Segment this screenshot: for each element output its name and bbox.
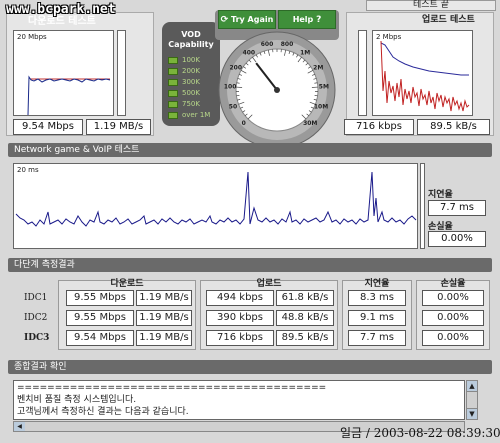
upload-head: 업로드 <box>256 279 282 289</box>
result-cell-ul-bytes: 48.8 kB/s <box>276 310 334 326</box>
download-speed-value: 9.54 Mbps <box>13 119 83 135</box>
gauge-tick-label: 0 <box>242 120 246 127</box>
vod-level-label: over 1M <box>182 111 211 119</box>
vod-level-label: 300K <box>182 78 200 86</box>
download-line <box>27 75 111 115</box>
gauge-tick-label: 200 <box>229 64 242 71</box>
download-graph: 20 Mbps <box>13 30 114 116</box>
gauge-tick-label: 2M <box>313 64 323 71</box>
help-icon: ? <box>316 15 322 25</box>
help-label: Help <box>292 15 314 24</box>
upload-speed-value: 716 kbps <box>344 119 414 135</box>
vod-level-label: 500K <box>182 89 200 97</box>
multi-section-bar: 다단계 측정결과 <box>8 258 492 272</box>
gauge-tick-label: 600 <box>261 41 274 48</box>
vod-level-indicator <box>168 57 178 64</box>
footer-caption: 일금 / 2003-08-22 08:39:30 <box>340 426 500 440</box>
result-row-label: IDC2 <box>24 313 48 323</box>
summary-section-title: 종합결과 확인 <box>14 362 67 372</box>
vod-level-indicator <box>168 90 178 97</box>
refresh-icon: ⟳ <box>220 15 229 25</box>
try-again-label: Try Again <box>231 15 274 24</box>
latency-line <box>15 171 417 227</box>
speed-gauge: 0 50 100 200 400 600 800 1M 2M 5M 10M 30M <box>215 10 339 149</box>
summary-line: 고객님께서 측정하신 결과는 다음과 같습니다. <box>17 407 189 417</box>
result-cell-delay: 8.3 ms <box>348 290 406 306</box>
upload-avg-line <box>380 42 469 76</box>
latency-section-title: Network game & VoIP 테스트 <box>14 145 140 155</box>
result-cell-delay: 7.7 ms <box>348 330 406 346</box>
vod-level-label: 200K <box>182 67 200 75</box>
result-cell-ul-bytes: 61.8 kB/s <box>276 290 334 306</box>
watermark: www.bcpark.net <box>6 2 116 17</box>
download-bytes-value: 1.19 MB/s <box>86 119 151 135</box>
gauge-tick-label: 30M <box>303 120 317 127</box>
summary-line: ========================================… <box>17 383 327 393</box>
result-cell-dl-bytes: 1.19 MB/s <box>136 310 192 326</box>
result-cell-dl-speed: 9.55 Mbps <box>66 310 134 326</box>
try-again-button[interactable]: ⟳ Try Again <box>218 10 276 29</box>
summary-section-bar: 종합결과 확인 <box>8 360 492 374</box>
end-test-label: 테스트 끝 <box>413 0 449 10</box>
result-cell-loss: 0.00% <box>422 290 484 306</box>
vod-level-label: 750K <box>182 100 200 108</box>
download-chart <box>27 75 111 115</box>
download-level-bar <box>117 30 126 116</box>
latency-graph: 20 ms <box>13 163 418 249</box>
gauge-tick-label: 400 <box>243 49 256 56</box>
multi-section-title: 다단계 측정결과 <box>14 260 75 270</box>
upload-bytes-value: 89.5 kB/s <box>417 119 490 135</box>
upload-line <box>380 40 470 112</box>
gauge-tick-label: 800 <box>281 41 294 48</box>
summary-textbox[interactable]: ========================================… <box>13 380 465 420</box>
help-button[interactable]: Help ? <box>278 10 336 29</box>
result-cell-dl-speed: 9.54 Mbps <box>66 330 134 346</box>
vod-level-indicator <box>168 101 178 108</box>
result-cell-dl-speed: 9.55 Mbps <box>66 290 134 306</box>
upload-level-bar <box>358 30 367 116</box>
result-cell-dl-bytes: 1.19 MB/s <box>136 290 192 306</box>
result-cell-ul-bytes: 89.5 kB/s <box>276 330 334 346</box>
result-cell-ul-speed: 716 kbps <box>206 330 274 346</box>
latency-section-bar: Network game & VoIP 테스트 <box>8 143 492 157</box>
result-cell-loss: 0.00% <box>422 330 484 346</box>
result-cell-ul-speed: 494 kbps <box>206 290 274 306</box>
latency-level-bar <box>420 163 425 249</box>
result-row-label: IDC3 <box>24 333 50 343</box>
download-head: 다운로드 <box>110 279 144 289</box>
result-cell-loss: 0.00% <box>422 310 484 326</box>
vod-capability-panel: VOD Capability 100K 200K 300K 500K 750K over … <box>162 22 220 126</box>
gauge-tick-label: 10M <box>314 103 328 110</box>
delay-head: 지연율 <box>364 279 390 289</box>
gauge-tick-label: 5M <box>319 84 329 91</box>
result-cell-delay: 9.1 ms <box>348 310 406 326</box>
scroll-down-icon[interactable]: ▼ <box>467 408 477 419</box>
vod-level-label: 100K <box>182 56 200 64</box>
latency-chart <box>15 171 417 227</box>
loss-value: 0.00% <box>428 231 486 247</box>
scroll-up-icon[interactable]: ▲ <box>467 381 477 392</box>
gauge-tick-label: 1M <box>300 49 310 56</box>
delay-label: 지연율 <box>428 190 453 200</box>
upload-chart <box>380 40 470 112</box>
result-row-label: IDC1 <box>24 293 48 303</box>
result-cell-dl-bytes: 1.19 MB/s <box>136 330 192 346</box>
loss-head: 손실율 <box>440 279 466 289</box>
vod-level-indicator <box>168 112 178 119</box>
delay-value: 7.7 ms <box>428 200 486 216</box>
gauge-tick-label: 50 <box>229 103 237 110</box>
upload-title: 업로드 테스트 <box>422 15 475 25</box>
summary-line: 벤치비 품질 측정 시스템입니다. <box>17 395 137 405</box>
result-cell-ul-speed: 390 kbps <box>206 310 274 326</box>
gauge-frame: 0 50 100 200 400 600 800 1M 2M 5M 10M 30M <box>213 8 341 149</box>
end-test-button[interactable]: 테스트 끝 <box>366 0 496 11</box>
gauge-tick-label: 100 <box>224 84 237 91</box>
scroll-left-icon[interactable]: ◀ <box>14 422 25 431</box>
vod-level-indicator <box>168 68 178 75</box>
vod-title: VOD Capability <box>168 30 214 49</box>
upload-graph: 2 Mbps <box>372 30 473 116</box>
vod-level-indicator <box>168 79 178 86</box>
summary-scrollbar[interactable]: ▲ ▼ <box>466 380 478 420</box>
